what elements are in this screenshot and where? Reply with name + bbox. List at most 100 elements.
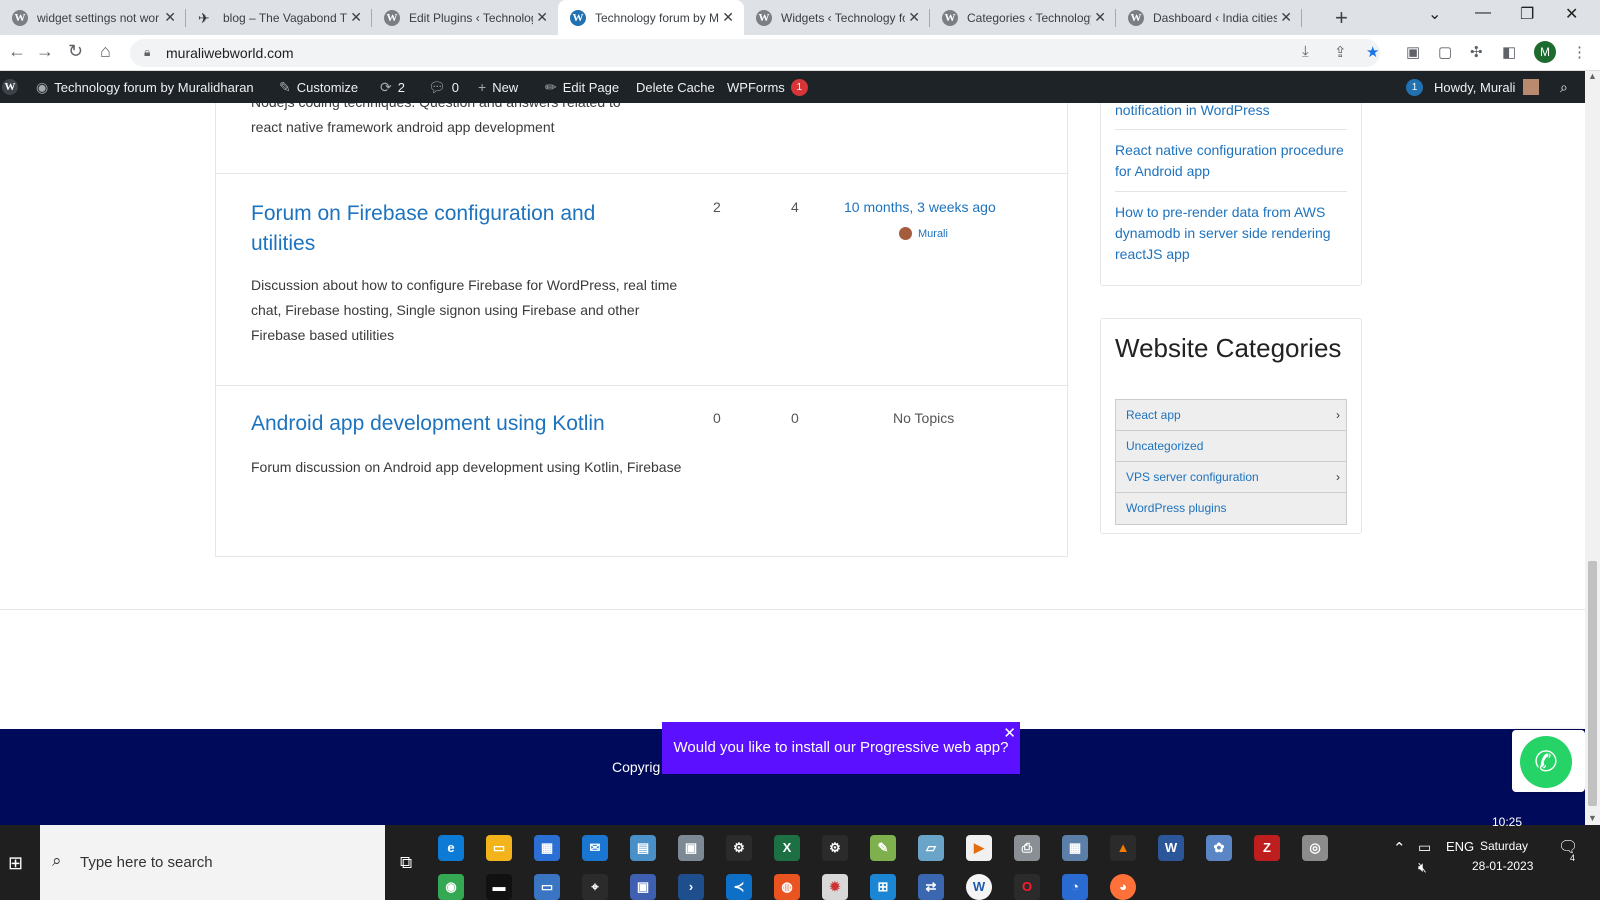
close-tab-icon[interactable]: ✕	[350, 9, 362, 26]
admin-new[interactable]: + New	[478, 71, 518, 103]
recent-post-link[interactable]: React native configuration procedure for…	[1115, 140, 1347, 182]
task-view-icon[interactable]: ⧉	[400, 853, 412, 873]
reload-icon[interactable]: ↻	[68, 41, 83, 62]
extensions-puzzle-icon[interactable]: ✣	[1470, 43, 1483, 61]
scrollbar-thumb[interactable]	[1588, 561, 1597, 806]
vscode-icon[interactable]: ≺	[726, 874, 752, 900]
forum-title-link[interactable]: Forum on Firebase configuration and util…	[251, 199, 661, 259]
chrome-icon[interactable]: ◉	[438, 874, 464, 900]
close-tab-icon[interactable]: ✕	[722, 9, 734, 26]
page-scrollbar[interactable]: ▲ ▼	[1585, 71, 1600, 825]
browser-tab[interactable]: W widget settings not wor ✕	[0, 0, 186, 35]
paint-icon[interactable]: ✿	[1206, 835, 1232, 861]
notepad-plus-icon[interactable]: ✎	[870, 835, 896, 861]
admin-customize[interactable]: ✎ Customize	[279, 71, 358, 103]
windows-start-icon[interactable]: ⊞	[8, 853, 23, 874]
forum-last-author[interactable]: Murali	[899, 227, 948, 240]
remote-monitor-icon[interactable]: ▣	[630, 874, 656, 900]
category-item[interactable]: React app ›	[1116, 400, 1346, 431]
new-tab-icon[interactable]: +	[1335, 5, 1348, 31]
taskbar-search[interactable]: ⌕ Type here to search	[40, 825, 385, 900]
admin-wpforms[interactable]: WPForms 1	[727, 71, 808, 103]
admin-account-menu[interactable]: Howdy, Murali	[1434, 71, 1540, 103]
mail-icon[interactable]: ✉	[582, 835, 608, 861]
wordpress-app-icon[interactable]: W	[966, 874, 992, 900]
share-icon[interactable]: ⇪	[1334, 43, 1347, 61]
admin-delete-cache[interactable]: Delete Cache	[636, 71, 715, 103]
forum-freshness-link[interactable]: 10 months, 3 weeks ago	[844, 199, 996, 215]
scroll-down-icon[interactable]: ▼	[1588, 813, 1597, 823]
system-tool-icon[interactable]: ▣	[678, 835, 704, 861]
tux-icon[interactable]: ◔	[1062, 874, 1088, 900]
category-item[interactable]: WordPress plugins	[1116, 493, 1346, 524]
wp-logo-menu[interactable]: W	[2, 71, 18, 103]
printer-icon[interactable]: ⎙	[1014, 835, 1040, 861]
network-status-icon[interactable]: ▭	[1418, 839, 1431, 856]
back-icon[interactable]: ←	[8, 41, 26, 62]
store-icon[interactable]: ▦	[534, 835, 560, 861]
control-panel-icon[interactable]: ⚙	[822, 835, 848, 861]
profile-avatar[interactable]: M	[1534, 41, 1556, 63]
pwa-install-prompt[interactable]: Would you like to install our Progressiv…	[662, 722, 1020, 774]
satellite-icon[interactable]: ⌖	[582, 874, 608, 900]
category-item[interactable]: VPS server configuration ›	[1116, 462, 1346, 493]
forum-title-link[interactable]: Android app development using Kotlin	[251, 409, 661, 439]
admin-comments[interactable]: 💬︎ 0	[428, 71, 459, 103]
connection-icon[interactable]: ⇄	[918, 874, 944, 900]
edge-icon[interactable]: e	[438, 835, 464, 861]
window-app-icon[interactable]: ▭	[534, 874, 560, 900]
filezilla-icon[interactable]: Z	[1254, 835, 1280, 861]
url-text[interactable]: muraliwebworld.com	[166, 45, 294, 61]
settings-gear-icon[interactable]: ⚙	[726, 835, 752, 861]
scroll-up-icon[interactable]: ▲	[1588, 71, 1597, 81]
terminal-icon[interactable]: ▬	[486, 874, 512, 900]
close-tab-icon[interactable]: ✕	[164, 9, 176, 26]
vlc-icon[interactable]: ▲	[1110, 835, 1136, 861]
admin-edit-page[interactable]: ✏ Edit Page	[545, 71, 619, 103]
remote-desktop-icon[interactable]: ▤	[630, 835, 656, 861]
extension-icon[interactable]: ▢	[1438, 43, 1452, 61]
close-tab-icon[interactable]: ✕	[1094, 9, 1106, 26]
chevron-up-icon[interactable]: ⌃	[1393, 839, 1406, 857]
disc-icon[interactable]: ◎	[1302, 835, 1328, 861]
opera-icon[interactable]: O	[1014, 874, 1040, 900]
media-player-icon[interactable]: ▶	[966, 835, 992, 861]
powershell-icon[interactable]: ›	[678, 874, 704, 900]
extension-icon[interactable]: ▣	[1406, 43, 1420, 61]
lock-icon[interactable]: 🔒︎	[144, 45, 150, 60]
admin-site-name[interactable]: ◉ Technology forum by Muralidharan	[36, 71, 254, 103]
recent-post-link[interactable]: How to pre-render data from AWS dynamodb…	[1115, 202, 1347, 265]
browser-tab-active[interactable]: W Technology forum by M ✕	[558, 0, 744, 35]
minimize-icon[interactable]: —	[1475, 4, 1491, 22]
install-app-icon[interactable]: ⤓	[1302, 43, 1309, 60]
restore-icon[interactable]: ❐	[1520, 4, 1534, 24]
file-explorer-icon[interactable]: ▭	[486, 835, 512, 861]
admin-search[interactable]: ⌕	[1560, 71, 1574, 103]
category-item[interactable]: Uncategorized	[1116, 431, 1346, 462]
address-bar[interactable]: 🔒︎ muraliwebworld.com	[130, 39, 1380, 67]
firefox-icon[interactable]: ◕	[1110, 874, 1136, 900]
calculator-icon[interactable]: ▦	[1062, 835, 1088, 861]
close-tab-icon[interactable]: ✕	[536, 9, 548, 26]
clock-day[interactable]: Saturday	[1480, 839, 1528, 853]
forward-icon[interactable]: →	[36, 41, 54, 62]
tab-search-chevron-icon[interactable]: ⌄	[1428, 4, 1441, 24]
browser-tab[interactable]: W Dashboard ‹ India cities ✕	[1116, 0, 1302, 35]
clock-date[interactable]: 28-01-2023	[1472, 859, 1533, 873]
recent-post-link[interactable]: notification in WordPress	[1115, 103, 1347, 121]
whatsapp-widget[interactable]: ✆	[1512, 730, 1585, 792]
browser-tab[interactable]: W Edit Plugins ‹ Technolog ✕	[372, 0, 558, 35]
side-panel-icon[interactable]: ◧	[1502, 43, 1516, 61]
admin-notifications[interactable]: 1	[1400, 71, 1423, 103]
network-icon[interactable]: ⊞	[870, 874, 896, 900]
excel-icon[interactable]: X	[774, 835, 800, 861]
notification-center-icon[interactable]: 🗨︎	[1558, 837, 1578, 857]
language-indicator[interactable]: ENG	[1446, 839, 1474, 854]
admin-updates[interactable]: ⟳ 2	[380, 71, 405, 103]
notes-icon[interactable]: ▱	[918, 835, 944, 861]
ubuntu-icon[interactable]: ◍	[774, 874, 800, 900]
whatsapp-icon[interactable]: ✆	[1520, 736, 1572, 788]
volume-muted-icon[interactable]: 🔇︎	[1418, 859, 1427, 876]
close-icon[interactable]: ✕	[1003, 708, 1016, 760]
app-grid-icon[interactable]: ✹	[822, 874, 848, 900]
